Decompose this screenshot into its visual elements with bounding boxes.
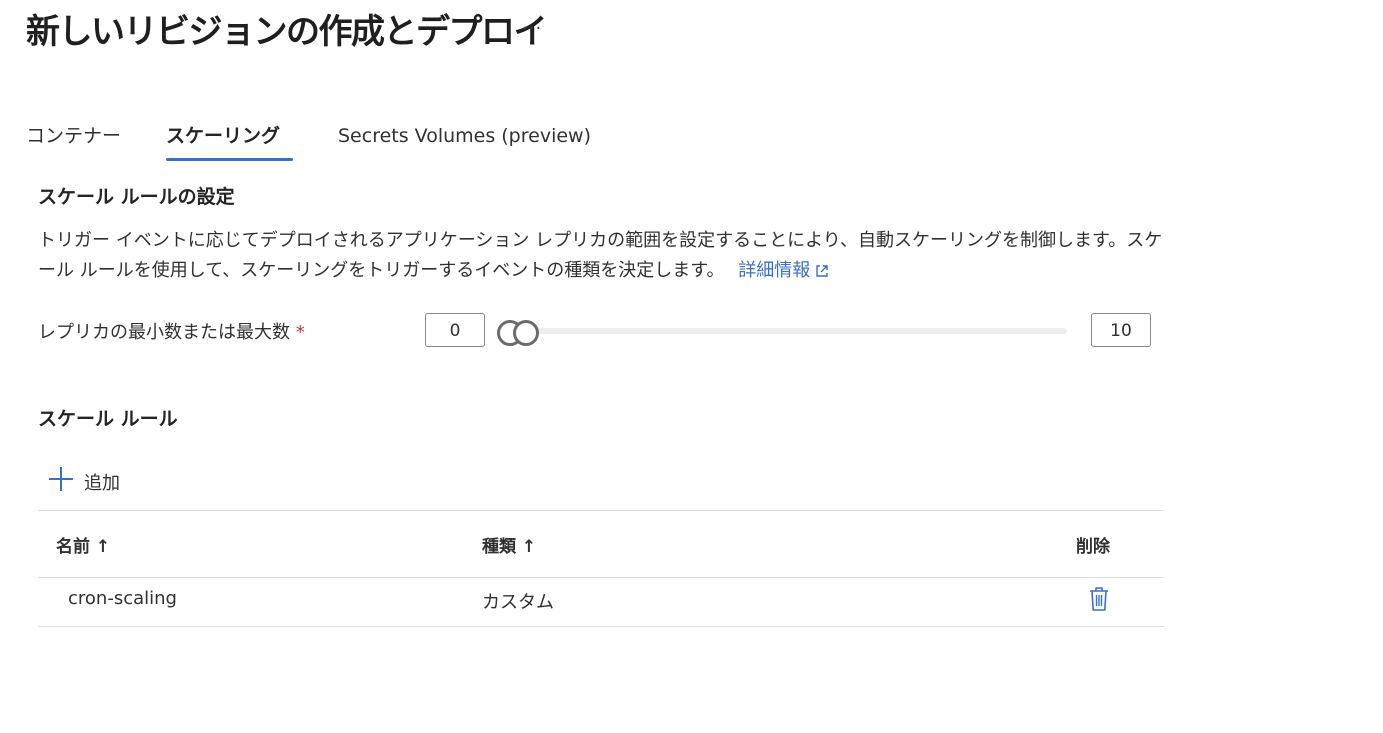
table-bottom-divider (38, 626, 1164, 627)
replica-range-slider-track[interactable] (510, 328, 1067, 334)
learn-more-link[interactable]: 詳細情報 (738, 260, 829, 281)
external-link-icon (815, 258, 829, 288)
column-header-type[interactable]: 種類 ↑ (482, 532, 536, 557)
table-header-divider (38, 577, 1164, 578)
active-tab-indicator (166, 158, 293, 161)
delete-rule-button[interactable] (1088, 586, 1110, 616)
scale-rules-heading: スケール ルール (38, 408, 178, 430)
rule-name-link[interactable]: cron-scaling (68, 588, 177, 609)
table-top-divider (38, 510, 1164, 511)
add-rule-button[interactable]: 追加 (48, 466, 120, 497)
column-header-delete: 削除 (1076, 537, 1110, 557)
rule-type-cell: カスタム (482, 592, 554, 613)
tab-secrets-volumes[interactable]: Secrets Volumes (preview) (338, 122, 591, 150)
scale-settings-heading: スケール ルールの設定 (38, 186, 235, 208)
max-replicas-slider-thumb[interactable] (513, 320, 539, 346)
trash-icon (1088, 587, 1110, 616)
scale-settings-description: トリガー イベントに応じてデプロイされるアプリケーション レプリカの範囲を設定す… (38, 226, 1168, 288)
column-header-name[interactable]: 名前 ↑ (56, 532, 110, 557)
plus-icon (48, 466, 74, 497)
more-options-button[interactable]: ··· (522, 18, 542, 39)
add-rule-label: 追加 (84, 472, 120, 494)
page-title: 新しいリビジョンの作成とデプロイ (26, 12, 548, 52)
learn-more-label: 詳細情報 (738, 260, 811, 281)
description-text: トリガー イベントに応じてデプロイされるアプリケーション レプリカの範囲を設定す… (38, 230, 1163, 281)
replica-label-text: レプリカの最小数または最大数 (38, 322, 290, 343)
replica-range-label: レプリカの最小数または最大数 * (38, 318, 305, 344)
required-indicator: * (295, 322, 305, 343)
max-replicas-input[interactable]: 10 (1091, 313, 1151, 347)
tab-containers[interactable]: コンテナー (26, 122, 121, 150)
min-replicas-input[interactable]: 0 (425, 313, 485, 347)
tab-scaling[interactable]: スケーリング (166, 122, 280, 150)
